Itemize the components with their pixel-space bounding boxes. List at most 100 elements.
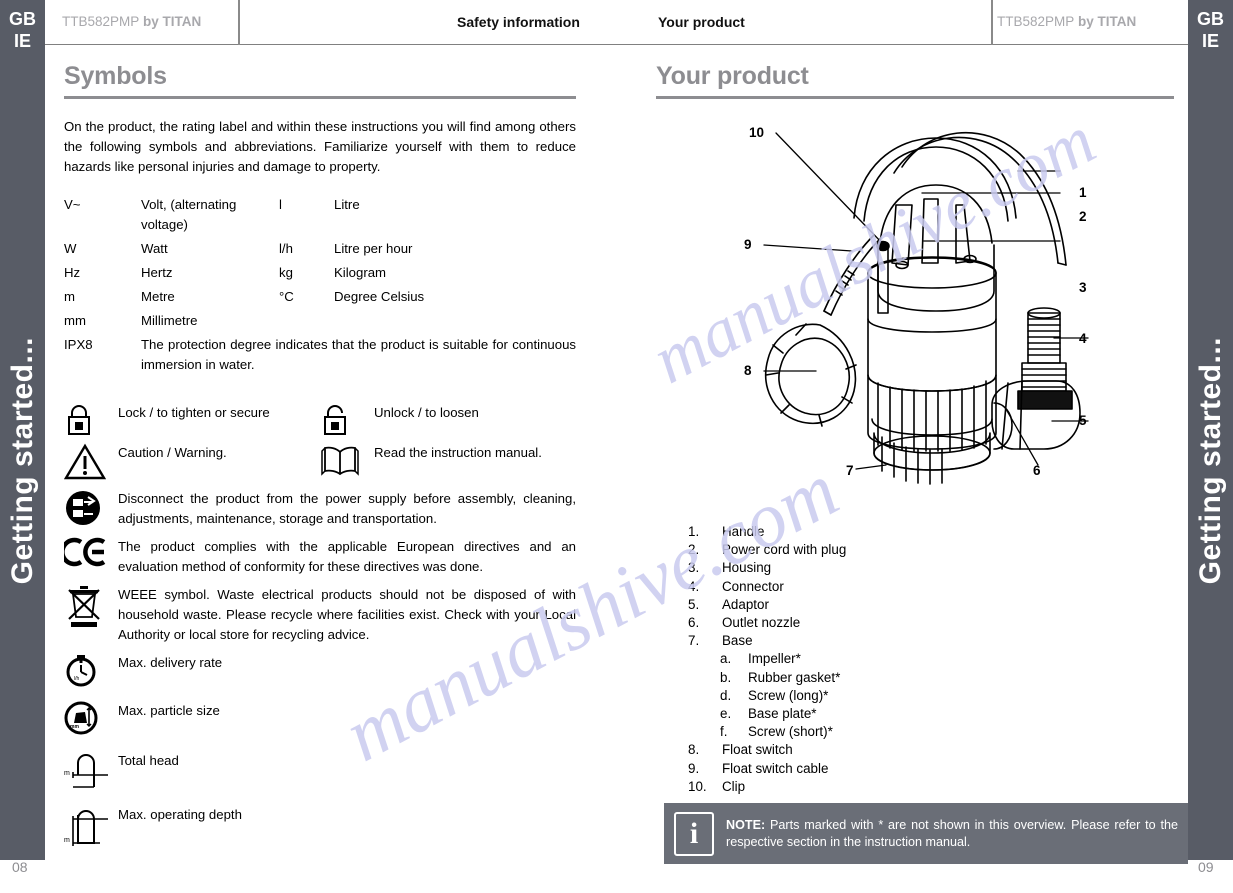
header-section-product: Your product: [658, 14, 745, 30]
table-row: V~ Volt, (alternating voltage) l Litre: [64, 195, 576, 235]
symbol-label: Unlock / to loosen: [374, 405, 479, 420]
heading-rule: [64, 96, 576, 99]
chapter-tab-left: Getting started...: [0, 62, 45, 860]
symbol-label: Max. particle size: [118, 703, 220, 718]
note-body: Parts marked with * are not shown in thi…: [726, 817, 1178, 849]
abbr-symbol: Hz: [64, 265, 81, 280]
list-item: d. Screw (long)*: [656, 687, 1174, 705]
table-row: m Metre °C Degree Celsius: [64, 287, 576, 307]
callout-4: 4: [1079, 331, 1087, 346]
abbr-definition: Kilogram: [334, 265, 387, 280]
country-code-gb: GB: [9, 9, 36, 29]
page-number-left: 08: [12, 859, 28, 875]
header-divider-right: [991, 0, 993, 45]
model-number: TTB582PMP: [62, 14, 140, 29]
abbr-definition: Metre: [141, 289, 175, 304]
abbr-definition: Litre: [334, 197, 360, 212]
abbr-symbol: m: [64, 289, 75, 304]
part-label: Adaptor: [722, 596, 769, 612]
particle-size-icon: mm: [64, 701, 118, 735]
list-item: b. Rubber gasket*: [656, 669, 1174, 687]
abbreviation-table: V~ Volt, (alternating voltage) l Litre W…: [64, 195, 576, 375]
symbol-label: Read the instruction manual.: [374, 445, 542, 460]
symbols-intro: On the product, the rating label and wit…: [64, 119, 576, 174]
symbol-row: WEEE symbol. Waste electrical products s…: [64, 585, 576, 645]
sub-part-number: e.: [720, 706, 732, 722]
left-column: Symbols On the product, the rating label…: [64, 62, 576, 857]
sub-part-label: Impeller*: [748, 651, 801, 667]
side-tab-left[interactable]: GB IE Getting started...: [0, 0, 45, 860]
abbr-definition: [334, 311, 576, 331]
svg-text:mm: mm: [70, 724, 79, 730]
part-number: 2.: [688, 542, 700, 558]
symbol-row: l/h Max. delivery rate: [64, 653, 576, 687]
pump-illustration: [763, 131, 1089, 485]
ce-mark-icon: [64, 537, 118, 567]
header-divider-left: [238, 0, 240, 45]
sub-part-number: b.: [720, 669, 732, 685]
table-row: mm Millimetre: [64, 311, 576, 331]
sub-part-label: Screw (long)*: [748, 687, 829, 703]
manual-page: manualshive.com manualshive.com GB IE Ge…: [0, 0, 1233, 893]
country-code-left: GB IE: [0, 8, 45, 52]
read-manual-icon: [320, 443, 374, 477]
header-section-safety: Safety information: [457, 14, 580, 30]
abbr-symbol: kg: [279, 265, 293, 280]
abbr-symbol: mm: [64, 313, 86, 328]
table-row: W Watt l/h Litre per hour: [64, 239, 576, 259]
country-code-right: GB IE: [1188, 8, 1233, 52]
abbr-symbol: °C: [279, 289, 294, 304]
abbr-symbol: W: [64, 241, 77, 256]
right-column: Your product 1 2 3 4 5 6 7 8 9 10 1. Han…: [656, 62, 1174, 796]
list-item: 6. Outlet nozzle: [656, 614, 1174, 632]
weee-bin-icon: [64, 585, 118, 631]
product-diagram: 1 2 3 4 5 6 7 8 9 10: [656, 113, 1174, 513]
sub-part-number: f.: [720, 724, 728, 740]
list-item: e. Base plate*: [656, 705, 1174, 723]
side-tab-right[interactable]: GB IE Getting started...: [1188, 0, 1233, 860]
list-item: 8. Float switch: [656, 741, 1174, 759]
callout-1: 1: [1079, 185, 1087, 200]
sub-part-label: Base plate*: [748, 706, 817, 722]
symbol-row: Disconnect the product from the power su…: [64, 489, 576, 529]
part-label: Float switch: [722, 742, 793, 758]
svg-text:l/h: l/h: [74, 676, 80, 682]
chapter-label: Getting started...: [5, 337, 39, 585]
note-box: i NOTE: Parts marked with * are not show…: [664, 803, 1188, 864]
list-item: 3. Housing: [656, 559, 1174, 577]
table-row: IPX8 The protection degree indicates tha…: [64, 335, 576, 375]
callout-9: 9: [744, 237, 752, 252]
total-head-icon: m: [64, 751, 118, 791]
svg-text:m: m: [64, 770, 70, 777]
list-item: a. Impeller*: [656, 650, 1174, 668]
sub-part-label: Screw (short)*: [748, 724, 833, 740]
abbr-definition: Degree Celsius: [334, 289, 425, 304]
brand-name: by TITAN: [1074, 14, 1137, 29]
header-model-left: TTB582PMP by TITAN: [62, 14, 201, 29]
symbol-list: Lock / to tighten or secure Unlock / to …: [64, 403, 576, 849]
delivery-rate-icon: l/h: [64, 653, 118, 687]
part-number: 6.: [688, 615, 700, 631]
abbr-symbol: l: [279, 197, 282, 212]
country-code-ie: IE: [1201, 31, 1219, 51]
part-number: 4.: [688, 578, 700, 594]
symbol-row: mm Max. particle size: [64, 701, 576, 735]
part-number: 5.: [688, 596, 700, 612]
header-model-right: TTB582PMP by TITAN: [997, 14, 1136, 29]
abbr-symbol: IPX8: [64, 337, 93, 352]
symbols-heading: Symbols: [64, 62, 167, 90]
model-number: TTB582PMP: [997, 14, 1075, 29]
list-item: 10. Clip: [656, 778, 1174, 796]
abbr-definition: The protection degree indicates that the…: [141, 337, 576, 372]
callout-10: 10: [749, 125, 765, 140]
product-heading: Your product: [656, 62, 809, 90]
symbol-label: WEEE symbol. Waste electrical products s…: [118, 587, 576, 642]
part-number: 3.: [688, 560, 700, 576]
symbol-label: Caution / Warning.: [118, 445, 227, 460]
list-item: f. Screw (short)*: [656, 723, 1174, 741]
symbol-row: Lock / to tighten or secure Unlock / to …: [64, 403, 576, 437]
chapter-tab-right: Getting started...: [1188, 62, 1233, 860]
part-label: Float switch cable: [722, 760, 829, 776]
symbol-label: Disconnect the product from the power su…: [118, 491, 576, 526]
svg-text:m: m: [64, 837, 70, 844]
